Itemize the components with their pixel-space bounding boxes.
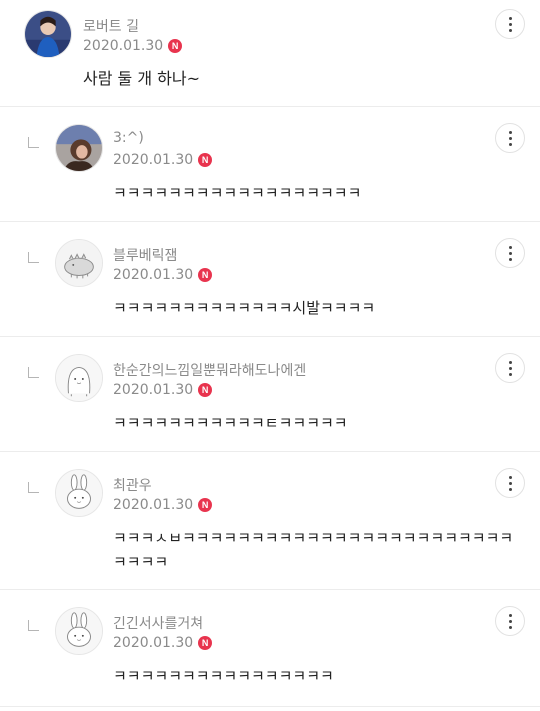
- comment-text: ㅋㅋㅋㅅㅂㅋㅋㅋㅋㅋㅋㅋㅋㅋㅋㅋㅋㅋㅋㅋㅋㅋㅋㅋㅋㅋㅋㅋㅋㅋㅋㅋㅋ: [113, 529, 514, 571]
- comment-text: ㅋㅋㅋㅋㅋㅋㅋㅋㅋㅋㅋㅋㅋ시발ㅋㅋㅋㅋ: [113, 299, 376, 317]
- photo-avatar-icon: [25, 11, 71, 57]
- more-options-button[interactable]: [495, 606, 525, 636]
- more-options-button[interactable]: [495, 123, 525, 153]
- more-vertical-icon: [508, 15, 512, 33]
- comment-author[interactable]: 긴긴서사를거쳐: [113, 613, 203, 633]
- reply-arrow-icon: [28, 482, 39, 493]
- avatar[interactable]: [55, 354, 103, 402]
- dinosaur-avatar-icon: [56, 240, 102, 286]
- comment-meta: 2020.01.30 N: [83, 38, 183, 54]
- more-vertical-icon: [508, 244, 512, 262]
- reply-arrow-icon: [28, 620, 39, 631]
- avatar[interactable]: [55, 239, 103, 287]
- reply-arrow-icon: [28, 252, 39, 263]
- comment-author[interactable]: 최관우: [113, 475, 152, 495]
- comment-author[interactable]: 3:^): [113, 130, 144, 146]
- comment-meta: 2020.01.30 N: [113, 497, 213, 513]
- more-options-button[interactable]: [495, 353, 525, 383]
- comment-meta: 2020.01.30 N: [113, 382, 213, 398]
- comment-meta: 2020.01.30 N: [113, 152, 213, 168]
- reply-item: 최관우 2020.01.30 N ㅋㅋㅋㅅㅂㅋㅋㅋㅋㅋㅋㅋㅋㅋㅋㅋㅋㅋㅋㅋㅋㅋㅋ…: [0, 452, 540, 590]
- comment-date: 2020.01.30: [113, 635, 194, 651]
- comment-author[interactable]: 한순간의느낌일뿐뭐라해도나에겐: [113, 360, 306, 380]
- more-options-button[interactable]: [495, 238, 525, 268]
- comment-date: 2020.01.30: [113, 497, 194, 513]
- comment-meta: 2020.01.30 N: [113, 635, 213, 651]
- reply-item: 블루베릭잼 2020.01.30 N ㅋㅋㅋㅋㅋㅋㅋㅋㅋㅋㅋㅋㅋ시발ㅋㅋㅋㅋ: [0, 222, 540, 337]
- new-badge: N: [198, 636, 213, 650]
- more-options-button[interactable]: [495, 9, 525, 39]
- reply-arrow-icon: [28, 367, 39, 378]
- reply-item: 한순간의느낌일뿐뭐라해도나에겐 2020.01.30 N ㅋㅋㅋㅋㅋㅋㅋㅋㅋㅋㅋ…: [0, 337, 540, 452]
- comment-meta: 2020.01.30 N: [113, 267, 213, 283]
- comment-item: 로버트 길 2020.01.30 N 사람 둘 개 하나~: [0, 0, 540, 107]
- photo-avatar-icon: [56, 125, 102, 171]
- more-options-button[interactable]: [495, 468, 525, 498]
- comment-date: 2020.01.30: [113, 267, 194, 283]
- bunny-avatar-icon: [56, 470, 102, 516]
- comment-text: ㅋㅋㅋㅋㅋㅋㅋㅋㅋㅋㅋㅋㅋㅋㅋㅋ: [113, 667, 334, 685]
- reply-item: 긴긴서사를거쳐 2020.01.30 N ㅋㅋㅋㅋㅋㅋㅋㅋㅋㅋㅋㅋㅋㅋㅋㅋ: [0, 590, 540, 707]
- reply-item: 3:^) 2020.01.30 N ㅋㅋㅋㅋㅋㅋㅋㅋㅋㅋㅋㅋㅋㅋㅋㅋㅋㅋ: [0, 107, 540, 222]
- more-vertical-icon: [508, 612, 512, 630]
- avatar[interactable]: [55, 124, 103, 172]
- avatar[interactable]: [55, 469, 103, 517]
- comment-author[interactable]: 블루베릭잼: [113, 245, 177, 265]
- comment-date: 2020.01.30: [83, 38, 164, 54]
- more-vertical-icon: [508, 474, 512, 492]
- new-badge: N: [198, 498, 213, 512]
- more-vertical-icon: [508, 129, 512, 147]
- comment-date: 2020.01.30: [113, 382, 194, 398]
- ghost-avatar-icon: [56, 355, 102, 401]
- avatar[interactable]: [24, 10, 72, 58]
- new-badge: N: [168, 39, 183, 53]
- comment-text: ㅋㅋㅋㅋㅋㅋㅋㅋㅋㅋㅋㅌㅋㅋㅋㅋㅋ: [113, 414, 348, 432]
- comment-author[interactable]: 로버트 길: [83, 16, 139, 36]
- comment-text: ㅋㅋㅋㅋㅋㅋㅋㅋㅋㅋㅋㅋㅋㅋㅋㅋㅋㅋ: [113, 184, 362, 202]
- bunny-avatar-icon: [56, 608, 102, 654]
- more-vertical-icon: [508, 359, 512, 377]
- reply-arrow-icon: [28, 137, 39, 148]
- avatar[interactable]: [55, 607, 103, 655]
- new-badge: N: [198, 268, 213, 282]
- new-badge: N: [198, 383, 213, 397]
- comment-text: 사람 둘 개 하나~: [83, 69, 200, 88]
- new-badge: N: [198, 153, 213, 167]
- comment-date: 2020.01.30: [113, 152, 194, 168]
